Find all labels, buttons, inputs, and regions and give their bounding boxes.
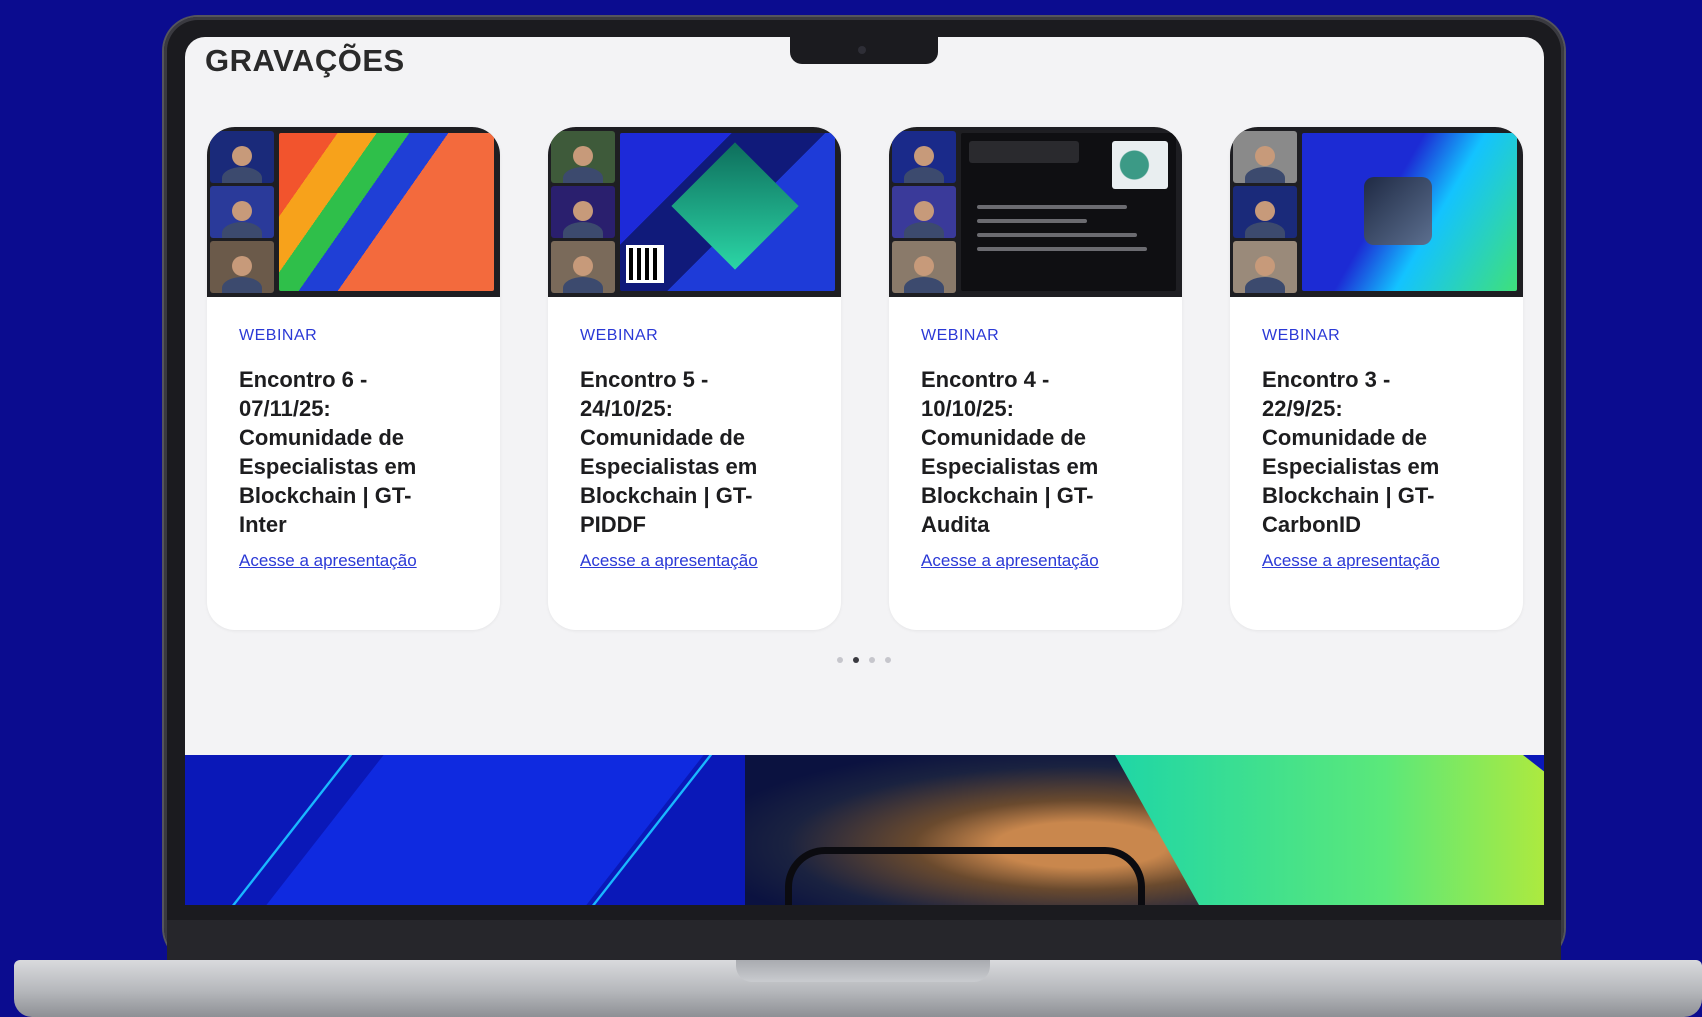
presentation-link[interactable]: Acesse a apresentação xyxy=(239,551,417,571)
presentation-link[interactable]: Acesse a apresentação xyxy=(921,551,1099,571)
laptop-chin xyxy=(167,920,1561,962)
slide-photo xyxy=(1364,177,1432,245)
participant-video xyxy=(1233,241,1297,293)
section-title: GRAVAÇÕES xyxy=(205,43,405,78)
slide-logo xyxy=(1112,141,1168,189)
card-title: Encontro 5 - 24/10/25: Comunidade de Esp… xyxy=(580,367,758,537)
laptop-screen: GRAVAÇÕES WEBINAR Encontro 6 - 07/11/25:… xyxy=(185,37,1544,905)
participant-video xyxy=(892,186,956,238)
card-tag: WEBINAR xyxy=(921,327,1000,344)
carousel-dot[interactable] xyxy=(869,657,875,663)
recording-card[interactable]: WEBINAR Encontro 6 - 07/11/25: Comunidad… xyxy=(207,127,500,630)
video-thumbnail[interactable] xyxy=(1230,127,1523,297)
presentation-slide xyxy=(961,133,1176,291)
participant-video xyxy=(210,186,274,238)
participant-video xyxy=(551,241,615,293)
qr-code-icon xyxy=(626,245,664,283)
participants-column xyxy=(207,127,277,297)
participant-video xyxy=(551,131,615,183)
camera-icon xyxy=(858,46,866,54)
card-tag: WEBINAR xyxy=(1262,327,1341,344)
presentation-slide xyxy=(279,133,494,291)
video-thumbnail[interactable] xyxy=(207,127,500,297)
slide-text-line xyxy=(977,233,1137,237)
recording-card[interactable]: WEBINAR Encontro 5 - 24/10/25: Comunidad… xyxy=(548,127,841,630)
carousel-pagination xyxy=(837,657,891,663)
hero-banner xyxy=(185,755,1544,905)
carousel-dot-active[interactable] xyxy=(853,657,859,663)
participant-video xyxy=(892,131,956,183)
presentation-slide xyxy=(1302,133,1517,291)
glasses-graphic xyxy=(785,847,1145,905)
presentation-link[interactable]: Acesse a apresentação xyxy=(580,551,758,571)
video-thumbnail[interactable] xyxy=(548,127,841,297)
camera-notch xyxy=(790,37,938,64)
card-tag: WEBINAR xyxy=(239,327,318,344)
slide-text-line xyxy=(977,205,1127,209)
slide-text-line xyxy=(977,219,1087,223)
carousel-dot[interactable] xyxy=(837,657,843,663)
slide-text-line xyxy=(977,247,1147,251)
recording-card[interactable]: WEBINAR Encontro 3 - 22/9/25: Comunidade… xyxy=(1230,127,1523,630)
participant-video xyxy=(1233,131,1297,183)
card-title: Encontro 6 - 07/11/25: Comunidade de Esp… xyxy=(239,367,417,537)
participant-video xyxy=(210,241,274,293)
recording-card[interactable]: WEBINAR Encontro 4 - 10/10/25: Comunidad… xyxy=(889,127,1182,630)
participants-column xyxy=(548,127,618,297)
participants-column xyxy=(889,127,959,297)
card-tag: WEBINAR xyxy=(580,327,659,344)
video-thumbnail[interactable] xyxy=(889,127,1182,297)
presentation-slide xyxy=(620,133,835,291)
slide-header xyxy=(969,141,1079,163)
participants-column xyxy=(1230,127,1300,297)
slide-graphic xyxy=(671,142,799,270)
participant-video xyxy=(1233,186,1297,238)
participant-video xyxy=(551,186,615,238)
card-title: Encontro 4 - 10/10/25: Comunidade de Esp… xyxy=(921,367,1099,537)
card-title: Encontro 3 - 22/9/25: Comunidade de Espe… xyxy=(1262,367,1440,537)
carousel-dot[interactable] xyxy=(885,657,891,663)
presentation-link[interactable]: Acesse a apresentação xyxy=(1262,551,1440,571)
participant-video xyxy=(892,241,956,293)
recordings-carousel: WEBINAR Encontro 6 - 07/11/25: Comunidad… xyxy=(207,127,1523,630)
participant-video xyxy=(210,131,274,183)
laptop-base-groove xyxy=(736,960,990,982)
